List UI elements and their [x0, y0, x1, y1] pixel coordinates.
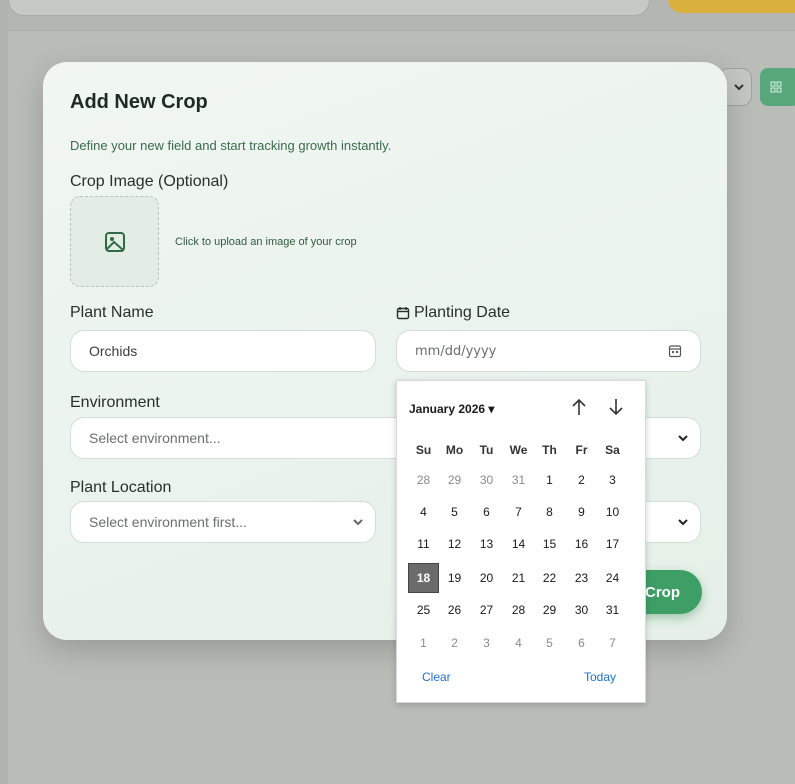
- calendar-icon: [396, 307, 410, 320]
- calendar-day[interactable]: 15: [534, 529, 565, 559]
- calendar-day[interactable]: 29: [534, 595, 565, 625]
- calendar-day[interactable]: 10: [597, 497, 628, 527]
- calendar-day[interactable]: 23: [566, 563, 597, 593]
- calendar-day[interactable]: 26: [439, 595, 470, 625]
- calendar-day[interactable]: 7: [503, 497, 534, 527]
- calendar-day[interactable]: 20: [471, 563, 502, 593]
- calendar-day[interactable]: 25: [408, 595, 439, 625]
- planting-date-placeholder: mm/dd/yyyy: [415, 343, 497, 359]
- plant-name-input[interactable]: Orchids: [70, 330, 376, 372]
- calendar-day[interactable]: 17: [597, 529, 628, 559]
- calendar-day[interactable]: 6: [566, 628, 597, 658]
- calendar-day[interactable]: 30: [471, 465, 502, 495]
- planting-date-label: Planting Date: [414, 304, 511, 321]
- chevron-down-icon: [353, 519, 363, 526]
- calendar-day[interactable]: 29: [439, 465, 470, 495]
- grid-icon: [770, 81, 782, 93]
- calendar-day[interactable]: 9: [566, 497, 597, 527]
- calendar-day[interactable]: 2: [439, 628, 470, 658]
- calendar-day[interactable]: 28: [408, 465, 439, 495]
- date-picker-popup: January 2026 ▾ Su Mo Tu We Th Fr Sa 28 29 30 31 1 2…: [396, 380, 646, 703]
- calendar-day[interactable]: 22: [534, 563, 565, 593]
- plant-location-placeholder: Select environment first...: [89, 514, 247, 530]
- calendar-picker-icon[interactable]: [668, 344, 682, 358]
- plant-location-select[interactable]: Select environment first...: [70, 501, 376, 543]
- next-month-arrow-icon[interactable]: [606, 396, 626, 418]
- calendar-day[interactable]: 4: [503, 628, 534, 658]
- weekday-label: Th: [542, 443, 557, 457]
- calendar-day[interactable]: 1: [534, 465, 565, 495]
- calendar-day[interactable]: 14: [503, 529, 534, 559]
- background-search-input: [8, 0, 650, 16]
- calendar-day[interactable]: 24: [597, 563, 628, 593]
- calendar-day[interactable]: 8: [534, 497, 565, 527]
- calendar-day[interactable]: 28: [503, 595, 534, 625]
- today-button[interactable]: Today: [584, 670, 616, 684]
- background-grid-view-button: [760, 68, 795, 106]
- plant-location-label: Plant Location: [70, 479, 172, 496]
- crop-image-label: Crop Image (Optional): [70, 173, 229, 190]
- create-crop-label: Crop: [645, 583, 680, 601]
- calendar-day[interactable]: 6: [471, 497, 502, 527]
- calendar-day[interactable]: 2: [566, 465, 597, 495]
- image-icon: [104, 231, 125, 252]
- image-upload-area[interactable]: [70, 196, 159, 287]
- weekday-label: Su: [415, 443, 432, 457]
- calendar-day-selected[interactable]: 18: [408, 563, 439, 593]
- calendar-day[interactable]: 13: [471, 529, 502, 559]
- weekday-label: We: [509, 443, 528, 457]
- calendar-day[interactable]: 12: [439, 529, 470, 559]
- calendar-day[interactable]: 1: [408, 628, 439, 658]
- page-divider: [8, 30, 795, 31]
- modal-title: Add New Crop: [70, 91, 208, 113]
- environment-placeholder: Select environment...: [89, 430, 221, 446]
- chevron-down-icon: [678, 435, 688, 442]
- weekday-label: Sa: [605, 443, 620, 457]
- previous-month-arrow-icon[interactable]: [569, 396, 589, 418]
- calendar-day[interactable]: 3: [471, 628, 502, 658]
- calendar-day[interactable]: 5: [534, 628, 565, 658]
- calendar-day[interactable]: 3: [597, 465, 628, 495]
- weekday-label: Mo: [445, 443, 464, 457]
- background-accent-button: [668, 0, 795, 13]
- planting-date-label-row: Planting Date: [396, 304, 510, 322]
- calendar-day[interactable]: 30: [566, 595, 597, 625]
- calendar-day[interactable]: 7: [597, 628, 628, 658]
- month-year-selector[interactable]: January 2026 ▾: [409, 402, 494, 416]
- calendar-day[interactable]: 19: [439, 563, 470, 593]
- environment-label: Environment: [70, 394, 160, 411]
- modal-subtitle: Define your new field and start tracking…: [70, 138, 392, 153]
- clear-button[interactable]: Clear: [422, 670, 451, 684]
- weekday-label: Fr: [575, 443, 588, 457]
- calendar-day[interactable]: 31: [503, 465, 534, 495]
- calendar-day[interactable]: 5: [439, 497, 470, 527]
- calendar-day[interactable]: 27: [471, 595, 502, 625]
- chevron-down-icon: [734, 84, 744, 91]
- calendar-day[interactable]: 4: [408, 497, 439, 527]
- plant-name-label: Plant Name: [70, 304, 154, 321]
- calendar-day[interactable]: 16: [566, 529, 597, 559]
- calendar-day[interactable]: 21: [503, 563, 534, 593]
- calendar-day[interactable]: 11: [408, 529, 439, 559]
- calendar-day[interactable]: 31: [597, 595, 628, 625]
- weekday-label: Tu: [479, 443, 494, 457]
- planting-date-input[interactable]: mm/dd/yyyy: [396, 330, 701, 372]
- left-edge: [0, 0, 8, 784]
- chevron-down-icon: [678, 519, 688, 526]
- upload-hint[interactable]: Click to upload an image of your crop: [175, 236, 357, 248]
- plant-name-value: Orchids: [89, 343, 138, 359]
